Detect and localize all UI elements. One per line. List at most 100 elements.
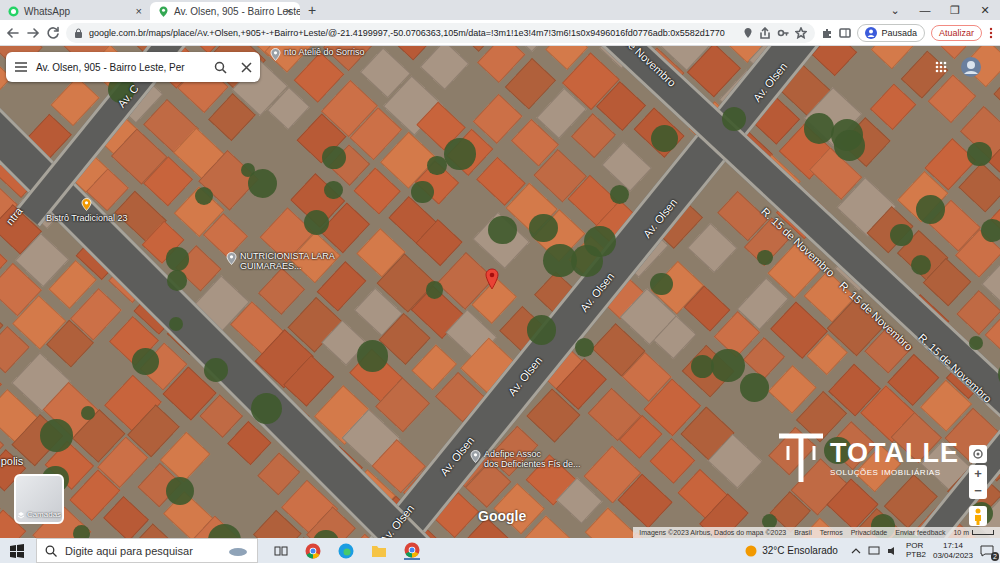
- back-icon[interactable]: [6, 26, 20, 40]
- share-icon[interactable]: [759, 27, 771, 39]
- clock[interactable]: 17:1403/04/2023: [933, 541, 973, 559]
- place-label-line: Bistrô Tradicional 23: [46, 214, 128, 224]
- tab-label: WhatsApp: [24, 6, 131, 17]
- task-view-icon[interactable]: [274, 545, 288, 557]
- chrome-icon[interactable]: [404, 542, 420, 560]
- place-label-line: Adefipe Assoc: [484, 450, 581, 460]
- roof: [571, 113, 616, 158]
- volume-icon[interactable]: [887, 546, 899, 556]
- toolbar: google.com.br/maps/place/Av.+Olsen,+905+…: [0, 20, 1000, 46]
- attribution-link[interactable]: Brasil: [794, 529, 812, 536]
- tree: [204, 358, 228, 382]
- place-marker[interactable]: Adefipe Assocdos Deficientes Fís de...: [470, 450, 581, 470]
- tree: [575, 338, 594, 357]
- tree: [651, 125, 678, 152]
- update-button[interactable]: Atualizar: [931, 25, 982, 41]
- attribution-link[interactable]: Enviar feedback: [895, 529, 945, 536]
- address-bar[interactable]: google.com.br/maps/place/Av.+Olsen,+905+…: [66, 23, 815, 43]
- place-marker[interactable]: nto Ateliê do Sorriso: [270, 48, 365, 61]
- tree: [711, 349, 745, 383]
- star-icon[interactable]: [795, 27, 807, 39]
- browser-tab[interactable]: WhatsApp ×: [0, 2, 150, 20]
- search-icon[interactable]: [214, 61, 227, 74]
- location-icon[interactable]: [743, 27, 753, 39]
- key-icon[interactable]: [777, 27, 789, 39]
- hamburger-icon[interactable]: [14, 61, 28, 73]
- new-tab-button[interactable]: +: [300, 0, 324, 20]
- attribution-link[interactable]: Privacidade: [851, 529, 888, 536]
- search-field[interactable]: Av. Olsen, 905 - Bairro Leste, Per: [36, 62, 206, 73]
- watermark-tagline: SOLUÇÕES IMOBILIÁRIAS: [830, 468, 959, 477]
- my-location-icon[interactable]: [969, 445, 987, 463]
- side-panel-icon[interactable]: [839, 27, 851, 39]
- profile-label: Pausada: [881, 28, 917, 38]
- chevron-up-icon[interactable]: [851, 547, 861, 555]
- window-control[interactable]: ❐: [940, 0, 970, 20]
- tree: [166, 477, 194, 505]
- place-pin-icon: [470, 450, 481, 463]
- totalle-logo-icon: [776, 432, 826, 484]
- window-control[interactable]: —: [910, 0, 940, 20]
- notification-center[interactable]: 2: [980, 545, 994, 557]
- tree: [357, 340, 389, 372]
- browser-tab[interactable]: Av. Olsen, 905 - Bairro Leste - Go×: [150, 2, 300, 20]
- language-indicator[interactable]: PORPTB2: [906, 542, 926, 560]
- extensions-icon[interactable]: [821, 27, 833, 39]
- roof: [811, 46, 857, 76]
- forward-icon[interactable]: [26, 26, 40, 40]
- tree: [322, 146, 345, 169]
- windows-start-icon[interactable]: [10, 544, 24, 558]
- profile-button[interactable]: Pausada: [857, 24, 925, 42]
- edge-icon[interactable]: [338, 543, 354, 559]
- weather-text: 32°C Ensolarado: [762, 545, 838, 556]
- tree: [488, 216, 516, 244]
- tab-close[interactable]: ×: [136, 5, 142, 17]
- place-marker[interactable]: NUTRICIONISTA LARAGUIMARAES...: [226, 252, 335, 272]
- window-control[interactable]: ✕: [970, 0, 1000, 20]
- menu-icon[interactable]: [988, 27, 994, 39]
- reload-icon[interactable]: [46, 26, 60, 40]
- taskbar-search[interactable]: Digite aqui para pesquisar: [36, 538, 258, 563]
- place-pin-icon: [226, 252, 237, 265]
- file-explorer-icon[interactable]: [371, 544, 387, 558]
- maps-icon: [158, 6, 169, 17]
- account-avatar-icon[interactable]: [961, 57, 981, 77]
- tree: [610, 185, 629, 204]
- tab-bar: WhatsApp×Av. Olsen, 905 - Bairro Leste -…: [0, 0, 1000, 20]
- satellite-map[interactable]: Av. OlsenAv. OlsenAv. OlsenAv. OlsenAv. …: [0, 46, 1000, 538]
- notification-badge: 2: [991, 552, 999, 561]
- roof: [257, 452, 300, 495]
- close-icon[interactable]: [241, 62, 252, 73]
- roof: [258, 268, 305, 315]
- tree: [324, 181, 343, 200]
- watermark-brand: TOTALLE: [830, 439, 959, 469]
- zoom-in-button[interactable]: +: [974, 465, 982, 482]
- roof: [420, 46, 470, 90]
- network-icon[interactable]: [868, 546, 880, 556]
- lock-icon: [74, 28, 83, 38]
- tree: [73, 525, 90, 538]
- place-label: nto Ateliê do Sorriso: [284, 48, 365, 58]
- place-marker[interactable]: Bistrô Tradicional 23: [46, 198, 128, 224]
- layers-button[interactable]: Camadas: [14, 474, 64, 524]
- tree: [543, 244, 576, 277]
- layers-label: Camadas: [27, 510, 61, 519]
- chrome-icon[interactable]: [305, 543, 321, 559]
- selected-location-pin-icon[interactable]: [484, 268, 500, 290]
- window-control[interactable]: ⌄: [880, 0, 910, 20]
- tree: [584, 226, 615, 257]
- zoom-out-button[interactable]: −: [974, 482, 982, 499]
- search-icon: [45, 545, 57, 557]
- attribution-link[interactable]: Termos: [820, 529, 843, 536]
- tree: [251, 393, 282, 424]
- tree: [40, 419, 73, 452]
- pegman-icon[interactable]: [969, 506, 987, 526]
- weather-widget[interactable]: 32°C Ensolarado: [745, 545, 838, 557]
- url-text: google.com.br/maps/place/Av.+Olsen,+905+…: [89, 28, 737, 38]
- search-box[interactable]: Av. Olsen, 905 - Bairro Leste, Per: [6, 52, 260, 82]
- tab-close[interactable]: ×: [286, 5, 292, 17]
- tree: [757, 250, 772, 265]
- apps-grid-icon[interactable]: [935, 61, 947, 73]
- tree: [804, 113, 834, 143]
- google-logo: Google: [478, 508, 526, 524]
